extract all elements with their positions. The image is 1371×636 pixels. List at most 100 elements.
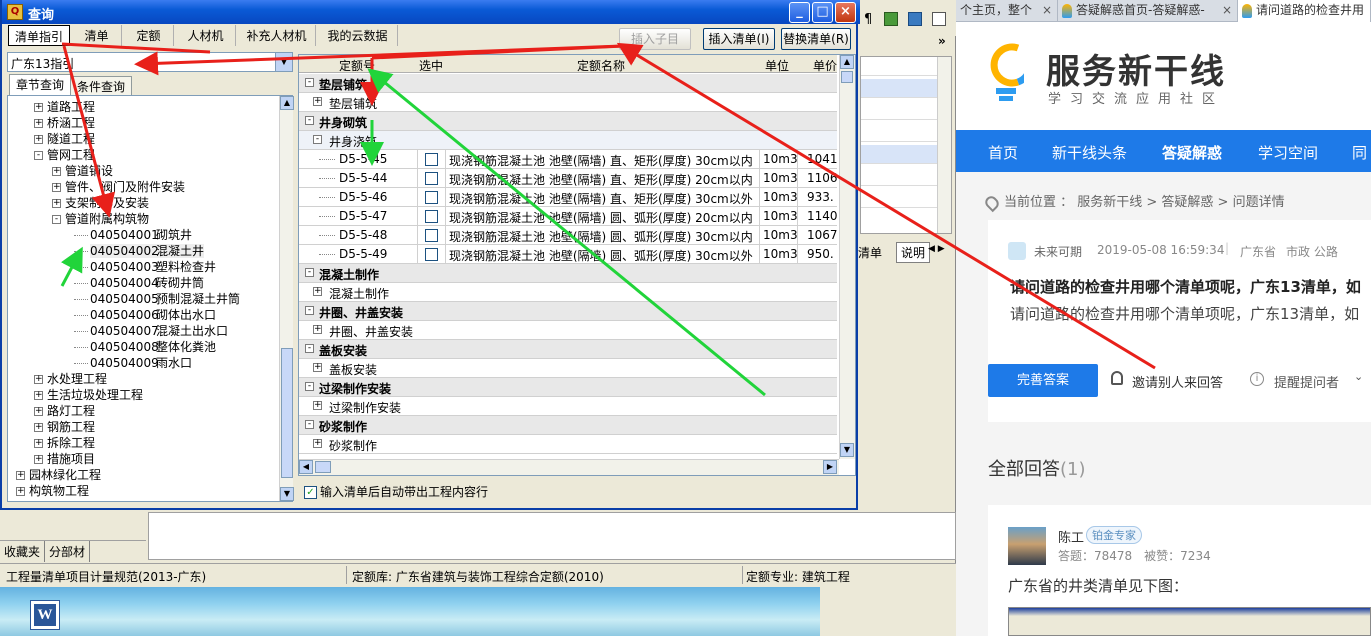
checkbox-checked-icon[interactable]: ✓: [304, 486, 317, 499]
group-row[interactable]: - 井身砌筑: [299, 112, 837, 131]
expand-icon[interactable]: +: [34, 455, 43, 464]
quota-row[interactable]: D5-5-44 现浇钢筋混凝土池 池壁(隔墙) 直、矩形(厚度) 20cm以内 10…: [299, 169, 837, 188]
expand-icon[interactable]: +: [313, 401, 322, 410]
tree-node[interactable]: + 拆除工程: [34, 435, 95, 451]
tab-supplement[interactable]: 补充人材机: [238, 25, 316, 46]
tree-node[interactable]: 040504002混凝土井: [74, 243, 205, 259]
tool-icon-1[interactable]: [884, 12, 898, 26]
bg-grid-scrollbar[interactable]: [937, 57, 951, 233]
expand-icon[interactable]: +: [313, 97, 322, 106]
insert-list-button[interactable]: 插入清单(I): [703, 28, 775, 50]
nav-more[interactable]: 同: [1352, 142, 1367, 163]
collapse-icon[interactable]: -: [305, 306, 314, 315]
chevron-down-icon[interactable]: ▼: [275, 53, 292, 71]
scroll-right-icon[interactable]: ▶: [823, 460, 837, 474]
answer-screenshot-image[interactable]: [1008, 607, 1371, 636]
tree-node[interactable]: + 桥涵工程: [34, 115, 95, 131]
subgroup-row[interactable]: + 混凝土制作: [299, 283, 837, 302]
breadcrumb-text[interactable]: 当前位置 ： 服务新干线 > 答疑解惑 > 问题详情: [1004, 195, 1285, 210]
collapse-icon[interactable]: -: [305, 344, 314, 353]
tab-quota[interactable]: 定额: [124, 25, 174, 46]
word-document-icon[interactable]: W: [30, 600, 60, 630]
tree-node[interactable]: + 园林绿化工程: [16, 467, 101, 483]
expand-icon[interactable]: +: [34, 439, 43, 448]
group-row[interactable]: - 混凝土制作: [299, 264, 837, 283]
tab-list-guide[interactable]: 清单指引: [8, 25, 70, 46]
nav-qa[interactable]: 答疑解惑: [1162, 142, 1222, 163]
expand-icon[interactable]: +: [313, 363, 322, 372]
bg-tab-list[interactable]: 清单: [858, 244, 882, 261]
tree-node[interactable]: 040504005预制混凝土井筒: [74, 291, 240, 307]
grid-scrollbar[interactable]: ▲ ▼: [839, 55, 855, 459]
tree-node[interactable]: 040504001砌筑井: [74, 227, 192, 243]
tree-node[interactable]: + 生活垃圾处理工程: [34, 387, 143, 403]
expand-icon[interactable]: +: [52, 183, 61, 192]
browser-tab-1[interactable]: 个主页，整个 ×: [956, 0, 1058, 22]
nav-learning[interactable]: 学习空间: [1258, 142, 1318, 163]
question-user[interactable]: 未来可期: [1034, 243, 1082, 260]
nav-headlines[interactable]: 新干线头条: [1052, 142, 1127, 163]
subgroup-row[interactable]: + 盖板安装: [299, 359, 837, 378]
close-tab-icon[interactable]: ×: [1042, 0, 1052, 20]
tree-node[interactable]: + 道路工程: [34, 99, 95, 115]
browser-tab-3[interactable]: 请问道路的检查井用: [1238, 0, 1371, 22]
tree-node[interactable]: 040504004砖砌井筒: [74, 275, 204, 291]
scroll-thumb[interactable]: [841, 71, 853, 83]
nav-home[interactable]: 首页: [988, 142, 1018, 163]
dialog-titlebar[interactable]: Q 查询 _ □ ×: [2, 0, 860, 24]
bg-tab-note[interactable]: 说明: [896, 242, 931, 263]
collapse-icon[interactable]: -: [305, 116, 314, 125]
subgroup-row[interactable]: + 垫层铺筑: [299, 93, 837, 112]
expand-icon[interactable]: +: [34, 135, 43, 144]
group-row[interactable]: - 盖板安装: [299, 340, 837, 359]
subgroup-row[interactable]: - 井身浇筑: [299, 131, 837, 150]
header-name[interactable]: 定额名称: [577, 57, 625, 74]
header-price[interactable]: 单价: [813, 57, 837, 74]
tab-scroll-arrows-icon[interactable]: ◀ ▶: [928, 244, 945, 254]
expand-icon[interactable]: +: [34, 375, 43, 384]
expand-icon[interactable]: +: [16, 471, 25, 480]
scroll-down-icon[interactable]: ▼: [280, 487, 294, 501]
tree-node[interactable]: + 构筑物工程: [16, 483, 89, 499]
subgroup-row[interactable]: + 砂浆制作: [299, 435, 837, 454]
expand-icon[interactable]: +: [313, 325, 322, 334]
quota-row[interactable]: D5-5-49 现浇钢筋混凝土池 池壁(隔墙) 圆、弧形(厚度) 30cm以外 10…: [299, 245, 837, 264]
close-tab-icon[interactable]: ×: [1222, 0, 1232, 20]
collapse-icon[interactable]: -: [305, 78, 314, 87]
subgroup-row[interactable]: + 过梁制作安装: [299, 397, 837, 416]
expand-icon[interactable]: +: [34, 407, 43, 416]
auto-content-checkbox[interactable]: ✓ 输入清单后自动带出工程内容行: [304, 483, 488, 500]
collapse-icon[interactable]: -: [313, 135, 322, 144]
user-avatar-icon[interactable]: [1008, 242, 1026, 260]
tree-node[interactable]: 040504009雨水口: [74, 355, 192, 371]
expand-icon[interactable]: +: [34, 119, 43, 128]
tree-node[interactable]: + 水处理工程: [34, 371, 107, 387]
collapse-icon[interactable]: -: [34, 151, 43, 160]
group-row[interactable]: - 过梁制作安装: [299, 378, 837, 397]
expand-icon[interactable]: +: [313, 439, 322, 448]
expand-icon[interactable]: +: [34, 391, 43, 400]
expand-icon[interactable]: +: [16, 487, 25, 496]
guide-select[interactable]: 广东13指引 ▼: [7, 52, 293, 72]
tab-condition-query[interactable]: 条件查询: [70, 76, 133, 95]
tool-icon-2[interactable]: [908, 12, 922, 26]
select-checkbox[interactable]: [425, 153, 438, 166]
tab-chapter-query[interactable]: 章节查询: [9, 74, 72, 95]
tree-node[interactable]: + 钢筋工程: [34, 419, 95, 435]
grid-hscrollbar[interactable]: ◀ ▶: [299, 459, 839, 475]
invite-button[interactable]: 邀请别人来回答: [1132, 372, 1223, 391]
replace-list-button[interactable]: 替换清单(R): [781, 28, 851, 50]
tree-node[interactable]: + 支架制作及安装: [52, 195, 149, 211]
collapse-icon[interactable]: -: [305, 268, 314, 277]
tab-parts[interactable]: 分部材: [45, 541, 91, 562]
scroll-down-icon[interactable]: ▼: [840, 443, 854, 457]
quota-row[interactable]: D5-5-47 现浇钢筋混凝土池 池壁(隔墙) 圆、弧形(厚度) 20cm以内 10…: [299, 207, 837, 226]
tree-node[interactable]: - 管网工程: [34, 147, 95, 163]
quota-row[interactable]: D5-5-46 现浇钢筋混凝土池 池壁(隔墙) 直、矩形(厚度) 30cm以外 10…: [299, 188, 837, 207]
tree-node[interactable]: + 隧道工程: [34, 131, 95, 147]
tab-favorites[interactable]: 收藏夹: [0, 541, 46, 562]
chevron-down-icon[interactable]: ⌄: [1354, 370, 1363, 383]
tree-node[interactable]: 040504003塑料检查井: [74, 259, 216, 275]
expand-icon[interactable]: +: [313, 287, 322, 296]
scroll-left-icon[interactable]: ◀: [299, 460, 313, 474]
